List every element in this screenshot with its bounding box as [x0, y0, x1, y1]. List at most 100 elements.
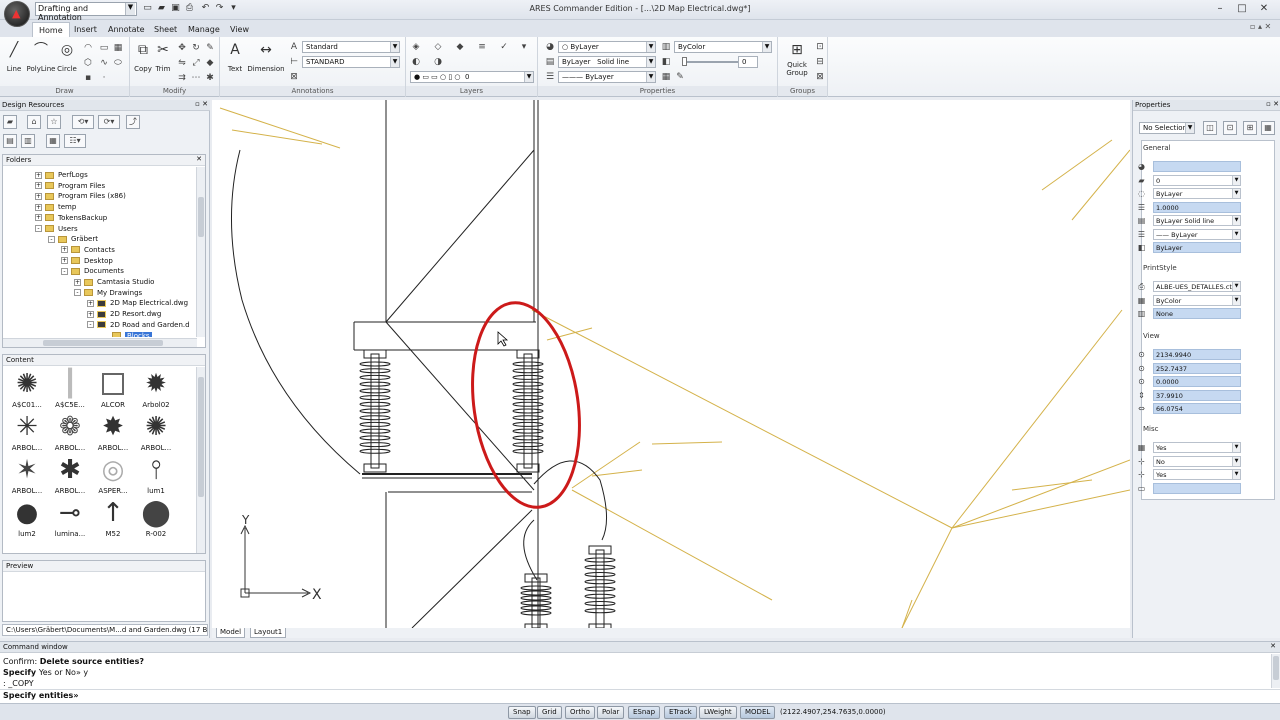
description-toggle-icon[interactable]: ▦: [46, 134, 60, 148]
group-edit-icon[interactable]: ⊡: [814, 41, 826, 53]
ribbon-minimize-icon[interactable]: ▫ ▴ ✕: [1250, 22, 1276, 34]
collapse-icon[interactable]: -: [61, 267, 68, 275]
content-scrollbar[interactable]: [196, 367, 205, 553]
layer-select[interactable]: ● ▭ ▭ ○ ▯ ○ 0 ▼: [410, 71, 534, 83]
match-properties-icon[interactable]: ▦: [660, 71, 672, 83]
tree-item[interactable]: - Users: [35, 224, 78, 234]
block-item[interactable]: ↑ M52: [91, 498, 135, 538]
property-row[interactable]: ☰ 1.0000: [1138, 201, 1271, 213]
ellipse-icon[interactable]: ⬭: [112, 57, 124, 69]
panel-close-icon[interactable]: ▫ ✕: [195, 100, 208, 108]
tab-view[interactable]: View: [224, 22, 255, 37]
tree-toggle-icon[interactable]: ▤: [3, 134, 17, 148]
move-icon[interactable]: ✥: [176, 42, 188, 54]
ungroup-icon[interactable]: ⊟: [814, 56, 826, 68]
lineweight-select[interactable]: ——— ByLayer ▼: [558, 71, 656, 83]
property-value[interactable]: ByLayer ▼: [1153, 188, 1241, 199]
tree-item[interactable]: + PerfLogs: [35, 170, 88, 180]
close-icon[interactable]: ✕: [196, 155, 202, 163]
layer-more-icon[interactable]: ▾: [518, 41, 530, 53]
polyline-button[interactable]: ⌒ PolyLine: [26, 41, 56, 73]
transparency-value[interactable]: 0: [738, 56, 758, 68]
tree-item[interactable]: +2D Resort.dwg: [87, 309, 161, 319]
expand-icon[interactable]: +: [35, 182, 42, 190]
block-item[interactable]: ┃ A$C5E...: [48, 369, 92, 409]
tree-item[interactable]: - Gräbert: [48, 234, 98, 244]
block-item[interactable]: ✺ A$C01...: [5, 369, 49, 409]
collapse-icon[interactable]: -: [35, 225, 42, 232]
property-value[interactable]: 2134.9940: [1153, 349, 1241, 360]
tree-hscrollbar[interactable]: [3, 338, 197, 347]
close-icon[interactable]: ✕: [1256, 2, 1272, 16]
block-icon[interactable]: ▪: [82, 72, 94, 84]
expand-icon[interactable]: +: [35, 214, 42, 222]
linetype-select[interactable]: ByLayer Solid line ▼: [558, 56, 656, 68]
block-item[interactable]: ALCOR: [91, 369, 135, 409]
point-icon[interactable]: ·: [98, 72, 110, 84]
views-icon[interactable]: ☷▾: [64, 134, 86, 148]
tree-item[interactable]: + Desktop: [61, 256, 113, 266]
tab-home[interactable]: Home: [32, 22, 70, 37]
minimize-icon[interactable]: –: [1212, 2, 1228, 16]
text-style-select[interactable]: Standard ▼: [302, 41, 400, 53]
expand-icon[interactable]: +: [61, 257, 68, 265]
scale-icon[interactable]: ⤢: [190, 57, 202, 69]
rotate-icon[interactable]: ↻: [190, 42, 202, 54]
property-row[interactable]: ◌ ByLayer ▼: [1138, 188, 1271, 199]
property-value[interactable]: [1153, 482, 1241, 494]
brush-icon[interactable]: ✎: [674, 71, 686, 83]
forward-icon[interactable]: ⟳▾: [98, 115, 120, 129]
line-button[interactable]: ╱ Line: [4, 41, 24, 73]
property-row[interactable]: ▰ 0 ▼: [1138, 174, 1271, 186]
collapse-icon[interactable]: -: [87, 321, 94, 329]
tree-item[interactable]: - 2D Road and Garden.d: [87, 320, 190, 330]
polar-toggle[interactable]: Polar: [597, 706, 625, 719]
property-value[interactable]: ByColor ▼: [1153, 294, 1241, 306]
property-row[interactable]: ◧ ByLayer: [1138, 242, 1271, 253]
erase-icon[interactable]: ✎: [204, 42, 216, 54]
property-row[interactable]: ⊹ No ▼: [1138, 455, 1271, 467]
property-row[interactable]: ⊙ 2134.9940: [1138, 349, 1271, 360]
property-value[interactable]: None: [1153, 308, 1241, 319]
tab-annotate[interactable]: Annotate: [102, 22, 151, 37]
block-item[interactable]: ✺ ARBOL...: [134, 412, 178, 452]
transparency-slider-handle[interactable]: [682, 57, 687, 66]
tree-item[interactable]: + TokensBackup: [35, 213, 107, 223]
property-value[interactable]: No ▼: [1153, 455, 1241, 467]
up-folder-icon[interactable]: ⤴: [126, 115, 140, 129]
mirror-icon[interactable]: ⇋: [176, 57, 188, 69]
property-value[interactable]: [1153, 161, 1241, 172]
layer-manager-icon[interactable]: ◈: [410, 41, 422, 53]
property-value[interactable]: 37.9910: [1153, 389, 1241, 401]
quick-select-icon[interactable]: ⊞: [1243, 121, 1257, 135]
model-toggle[interactable]: MODEL: [740, 706, 776, 719]
block-item[interactable]: ⊸ lumina...: [48, 498, 92, 538]
block-item[interactable]: ● lum2: [5, 498, 49, 538]
open-folder-icon[interactable]: ▰: [3, 115, 17, 129]
property-row[interactable]: ▤ ByLayer Solid line ▼: [1138, 215, 1271, 226]
property-value[interactable]: ByLayer Solid line ▼: [1153, 215, 1241, 226]
rectangle-icon[interactable]: ▭: [98, 42, 110, 54]
offset-icon[interactable]: ⇉: [176, 72, 188, 84]
block-item[interactable]: ⫯ lum1: [134, 455, 178, 496]
tab-manage[interactable]: Manage: [182, 22, 226, 37]
block-item[interactable]: ◎ ASPER...: [91, 455, 135, 495]
polygon-icon[interactable]: ⬡: [82, 57, 94, 69]
property-row[interactable]: ⊙ 0.0000: [1138, 376, 1271, 387]
spline-icon[interactable]: ∿: [98, 57, 110, 69]
tab-sheet[interactable]: Sheet: [148, 22, 183, 37]
property-row[interactable]: ▦ ByColor ▼: [1138, 294, 1271, 306]
block-item[interactable]: ⬤ R-002: [134, 498, 178, 538]
layer-match-icon[interactable]: ✓: [498, 41, 510, 53]
tree-item[interactable]: + Program Files: [35, 181, 105, 191]
property-value[interactable]: 0.0000: [1153, 376, 1241, 387]
fill-icon[interactable]: ◆: [204, 57, 216, 69]
esnap-toggle[interactable]: ESnap: [628, 706, 661, 719]
tree-item[interactable]: - Documents: [61, 266, 124, 276]
layer-previous-icon[interactable]: ◆: [454, 41, 466, 53]
property-row[interactable]: ⇕ 37.9910: [1138, 389, 1271, 401]
favorites-icon[interactable]: ☆: [47, 115, 61, 129]
lweight-toggle[interactable]: LWeight: [699, 706, 737, 719]
property-value[interactable]: —— ByLayer ▼: [1153, 228, 1241, 240]
copy-button[interactable]: ⧉ Copy: [132, 41, 154, 73]
